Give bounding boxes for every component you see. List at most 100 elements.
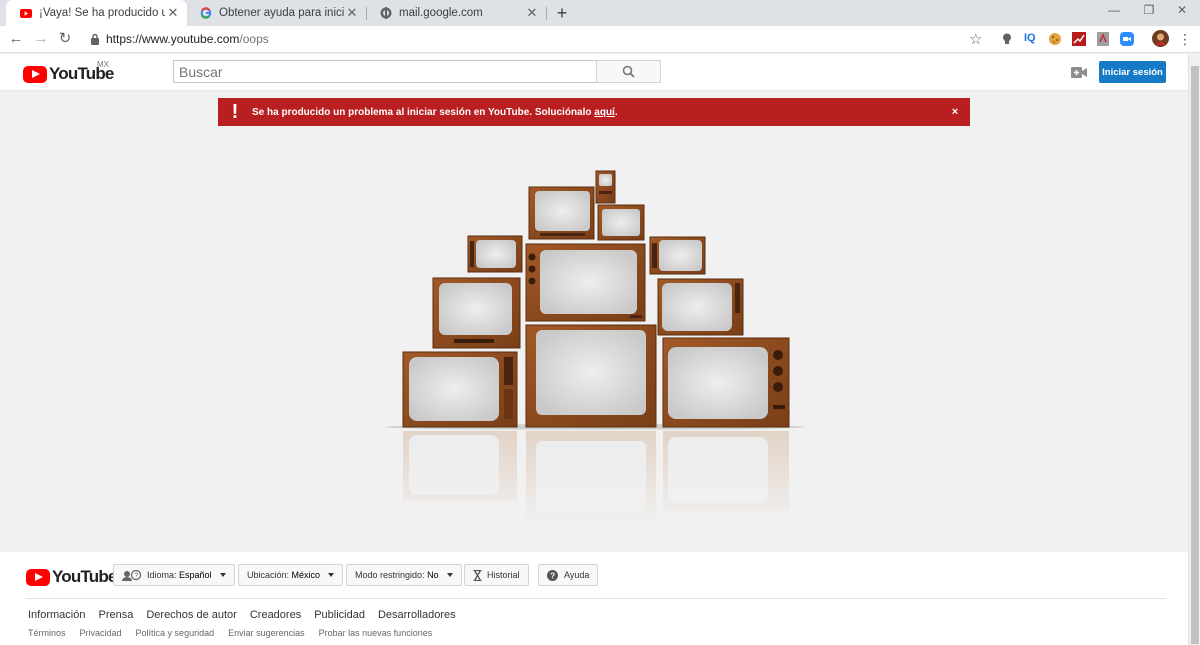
- avatar-icon[interactable]: [1152, 30, 1169, 47]
- minimize-icon[interactable]: —: [1104, 3, 1124, 17]
- location-label: Ubicación:: [247, 570, 290, 580]
- footer-secondary-links: Términos Privacidad Política y seguridad…: [28, 628, 446, 638]
- page-scrollbar[interactable]: [1188, 54, 1200, 645]
- footer-link-press[interactable]: Prensa: [98, 609, 133, 621]
- history-label: Historial: [487, 570, 520, 580]
- tv-top-right: [597, 204, 645, 241]
- lightbulb-icon[interactable]: [1000, 32, 1014, 46]
- footer-link-creators[interactable]: Creadores: [250, 609, 301, 621]
- google-icon: [200, 7, 212, 19]
- svg-text:?: ?: [550, 571, 555, 580]
- tv-tiny: [595, 170, 616, 204]
- help-button[interactable]: ? Ayuda: [538, 564, 599, 586]
- tab-help[interactable]: Obtener ayuda para iniciar sesión ✕: [186, 0, 366, 26]
- close-icon[interactable]: ✕: [524, 5, 540, 21]
- chevron-down-icon: [328, 573, 335, 577]
- tab-title: Obtener ayuda para iniciar sesión: [219, 7, 344, 19]
- restore-icon[interactable]: ❐: [1139, 3, 1159, 17]
- chevron-down-icon: [219, 573, 226, 577]
- country-code: MX: [97, 60, 109, 69]
- restricted-label: Modo restringido:: [355, 570, 425, 580]
- browser-toolbar: ← → ↻ https://www.youtube.com/oops ☆ IQ …: [0, 26, 1200, 53]
- language-icon: ?: [122, 569, 142, 581]
- youtube-play-icon: [26, 568, 50, 586]
- footer-link-test-features[interactable]: Probar las nuevas funciones: [319, 628, 433, 638]
- chevron-down-icon: [446, 573, 453, 577]
- menu-icon[interactable]: ⋮: [1176, 30, 1194, 48]
- youtube-wordmark: YouTube: [52, 567, 117, 586]
- tv-right-middle: [657, 278, 744, 336]
- tab-strip: ¡Vaya! Se ha producido un error ✕ Obtene…: [0, 0, 1200, 26]
- back-icon[interactable]: ←: [7, 30, 25, 48]
- search-button[interactable]: [596, 60, 661, 83]
- new-tab-button[interactable]: +: [553, 3, 571, 23]
- reload-icon[interactable]: ↻: [56, 30, 74, 48]
- footer-link-advertise[interactable]: Publicidad: [314, 609, 365, 621]
- broken-tvs-illustration: [380, 170, 810, 525]
- language-label: Idioma:: [147, 570, 177, 580]
- tab-title: mail.google.com: [399, 7, 483, 19]
- error-message-end: .: [614, 106, 618, 118]
- language-value: Español: [179, 570, 212, 580]
- tab-gmail[interactable]: mail.google.com ✕: [366, 0, 546, 26]
- url-domain: https://www.youtube.com: [106, 32, 240, 46]
- footer-link-feedback[interactable]: Enviar sugerencias: [228, 628, 305, 638]
- iq-icon[interactable]: IQ: [1024, 32, 1038, 46]
- error-banner: ! Se ha producido un problema al iniciar…: [218, 98, 970, 126]
- footer-link-developers[interactable]: Desarrolladores: [378, 609, 456, 621]
- tab-divider: [546, 7, 547, 20]
- youtube-play-icon: [23, 65, 47, 83]
- footer-youtube-logo[interactable]: YouTube: [26, 567, 117, 587]
- tv-center-middle: [525, 243, 646, 322]
- location-selector[interactable]: Ubicación: México: [238, 564, 344, 586]
- youtube-masthead: YouTube MX Iniciar sesión: [0, 54, 1188, 91]
- close-icon[interactable]: ✕: [165, 5, 181, 21]
- bookmark-star-icon[interactable]: ☆: [969, 30, 982, 48]
- footer-link-info[interactable]: Información: [28, 609, 85, 621]
- location-value: México: [291, 570, 321, 580]
- tv-top: [528, 186, 595, 240]
- zoom-icon[interactable]: [1120, 32, 1134, 46]
- error-message-text: Se ha producido un problema al iniciar s…: [252, 106, 595, 118]
- tv-bottom-left: [402, 351, 518, 428]
- tv-left-small: [467, 235, 523, 273]
- chart-icon[interactable]: [1072, 32, 1086, 46]
- url-path: /oops: [239, 32, 269, 46]
- footer-divider: [26, 598, 1166, 599]
- scrollbar-thumb[interactable]: [1191, 66, 1199, 644]
- tab-youtube-error[interactable]: ¡Vaya! Se ha producido un error ✕: [6, 0, 187, 26]
- close-icon[interactable]: ✕: [344, 5, 360, 21]
- language-selector[interactable]: ? Idioma: Español: [113, 564, 235, 586]
- hourglass-icon: [473, 569, 482, 581]
- fix-link[interactable]: aquí: [594, 107, 615, 118]
- forward-icon[interactable]: →: [32, 30, 50, 48]
- tv-left-middle: [432, 277, 521, 349]
- address-bar[interactable]: https://www.youtube.com/oops: [82, 28, 992, 50]
- signin-button[interactable]: Iniciar sesión: [1099, 61, 1166, 83]
- footer-link-terms[interactable]: Términos: [28, 628, 66, 638]
- search-icon: [622, 65, 635, 78]
- error-message: Se ha producido un problema al iniciar s…: [252, 107, 940, 118]
- close-window-icon[interactable]: ✕: [1172, 3, 1192, 17]
- footer-link-policy[interactable]: Política y seguridad: [136, 628, 215, 638]
- search-input[interactable]: [173, 60, 597, 83]
- footer-link-copyright[interactable]: Derechos de autor: [146, 609, 237, 621]
- cookie-icon[interactable]: [1048, 32, 1062, 46]
- close-banner-icon[interactable]: ×: [940, 106, 970, 118]
- lock-icon: [91, 33, 99, 45]
- upload-video-icon[interactable]: [1071, 67, 1087, 78]
- svg-text:?: ?: [134, 572, 138, 579]
- footer-link-privacy[interactable]: Privacidad: [80, 628, 122, 638]
- restricted-mode-selector[interactable]: Modo restringido: No: [346, 564, 462, 586]
- restricted-value: No: [427, 570, 439, 580]
- page-footer: YouTube ? Idioma: Español Ubicación: Méx…: [0, 552, 1188, 645]
- help-icon: ?: [547, 569, 558, 581]
- globe-icon: [380, 7, 392, 19]
- tab-title: ¡Vaya! Se ha producido un error: [39, 7, 165, 19]
- youtube-icon: [20, 7, 32, 19]
- alert-icon: !: [231, 100, 239, 123]
- help-label: Ayuda: [564, 570, 590, 580]
- pdf-icon[interactable]: [1096, 32, 1110, 46]
- footer-primary-links: Información Prensa Derechos de autor Cre…: [28, 609, 469, 621]
- history-button[interactable]: Historial: [464, 564, 529, 586]
